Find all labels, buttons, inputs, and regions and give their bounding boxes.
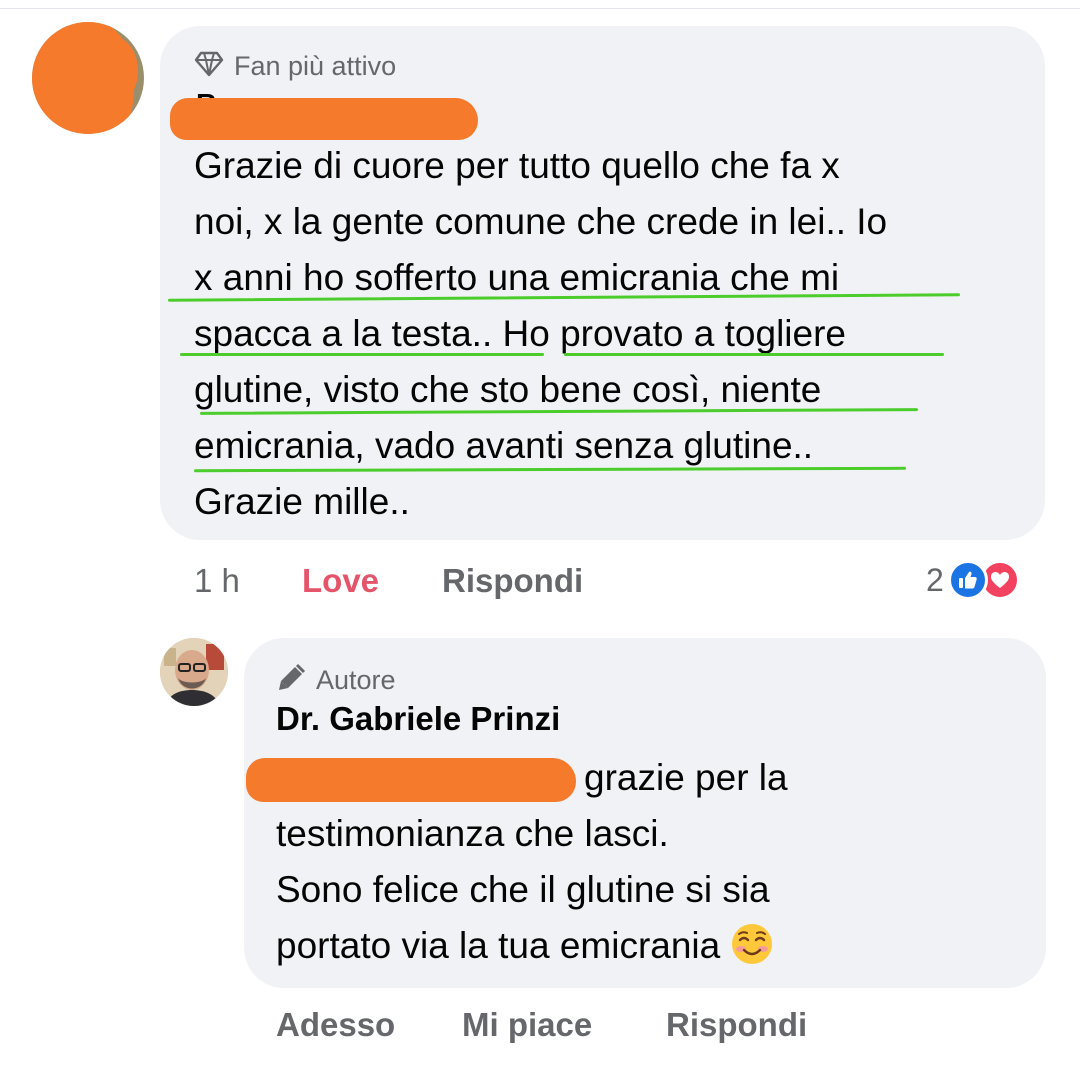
diamond-icon — [194, 51, 224, 82]
top-divider — [0, 0, 1080, 9]
reply-line: portato via la tua emicrania — [276, 918, 1036, 974]
reply-timestamp: Adesso — [276, 1006, 396, 1043]
badge-label: Autore — [316, 664, 396, 695]
smiling-face-icon — [730, 922, 774, 966]
author-photo — [160, 638, 228, 706]
commenter-avatar[interactable] — [32, 22, 144, 134]
comment-timestamp: 1 h — [194, 562, 240, 599]
reply-button[interactable]: Rispondi — [442, 562, 583, 600]
author-avatar[interactable] — [160, 638, 228, 706]
comment-line: Grazie di cuore per tutto quello che fa … — [194, 145, 840, 186]
badge-label: Fan più attivo — [234, 50, 397, 81]
love-reaction-button[interactable]: Love — [302, 562, 379, 600]
like-button[interactable]: Mi piace — [462, 1006, 592, 1044]
reaction-summary[interactable]: 2 — [926, 560, 1020, 600]
reply-line-text: portato via la tua emicrania — [276, 925, 721, 966]
reply-line: Sono felice che il glutine si sia — [276, 869, 770, 910]
reaction-count: 2 — [926, 561, 944, 598]
comment-line: noi, x la gente comune che crede in lei.… — [194, 201, 888, 242]
like-icon — [947, 560, 988, 600]
comment-line: emicrania, vado avanti senza glutine.. — [194, 425, 814, 466]
reply-button[interactable]: Rispondi — [666, 1006, 807, 1044]
reply-line-text: grazie per la — [584, 757, 788, 798]
commenter-name-redaction — [170, 98, 478, 140]
highlight-underline — [180, 353, 544, 356]
reply-line: testimonianza che lasci. — [276, 813, 669, 854]
top-fan-badge: Fan più attivo — [194, 50, 396, 82]
author-badge: Autore — [276, 663, 396, 698]
highlight-underline — [564, 353, 944, 356]
avatar-redaction-edge — [86, 36, 138, 106]
pencil-icon — [276, 663, 306, 698]
comment-line: Grazie mille.. — [194, 481, 410, 522]
mention-redaction — [246, 758, 576, 802]
author-name[interactable]: Dr. Gabriele Prinzi — [276, 700, 560, 738]
